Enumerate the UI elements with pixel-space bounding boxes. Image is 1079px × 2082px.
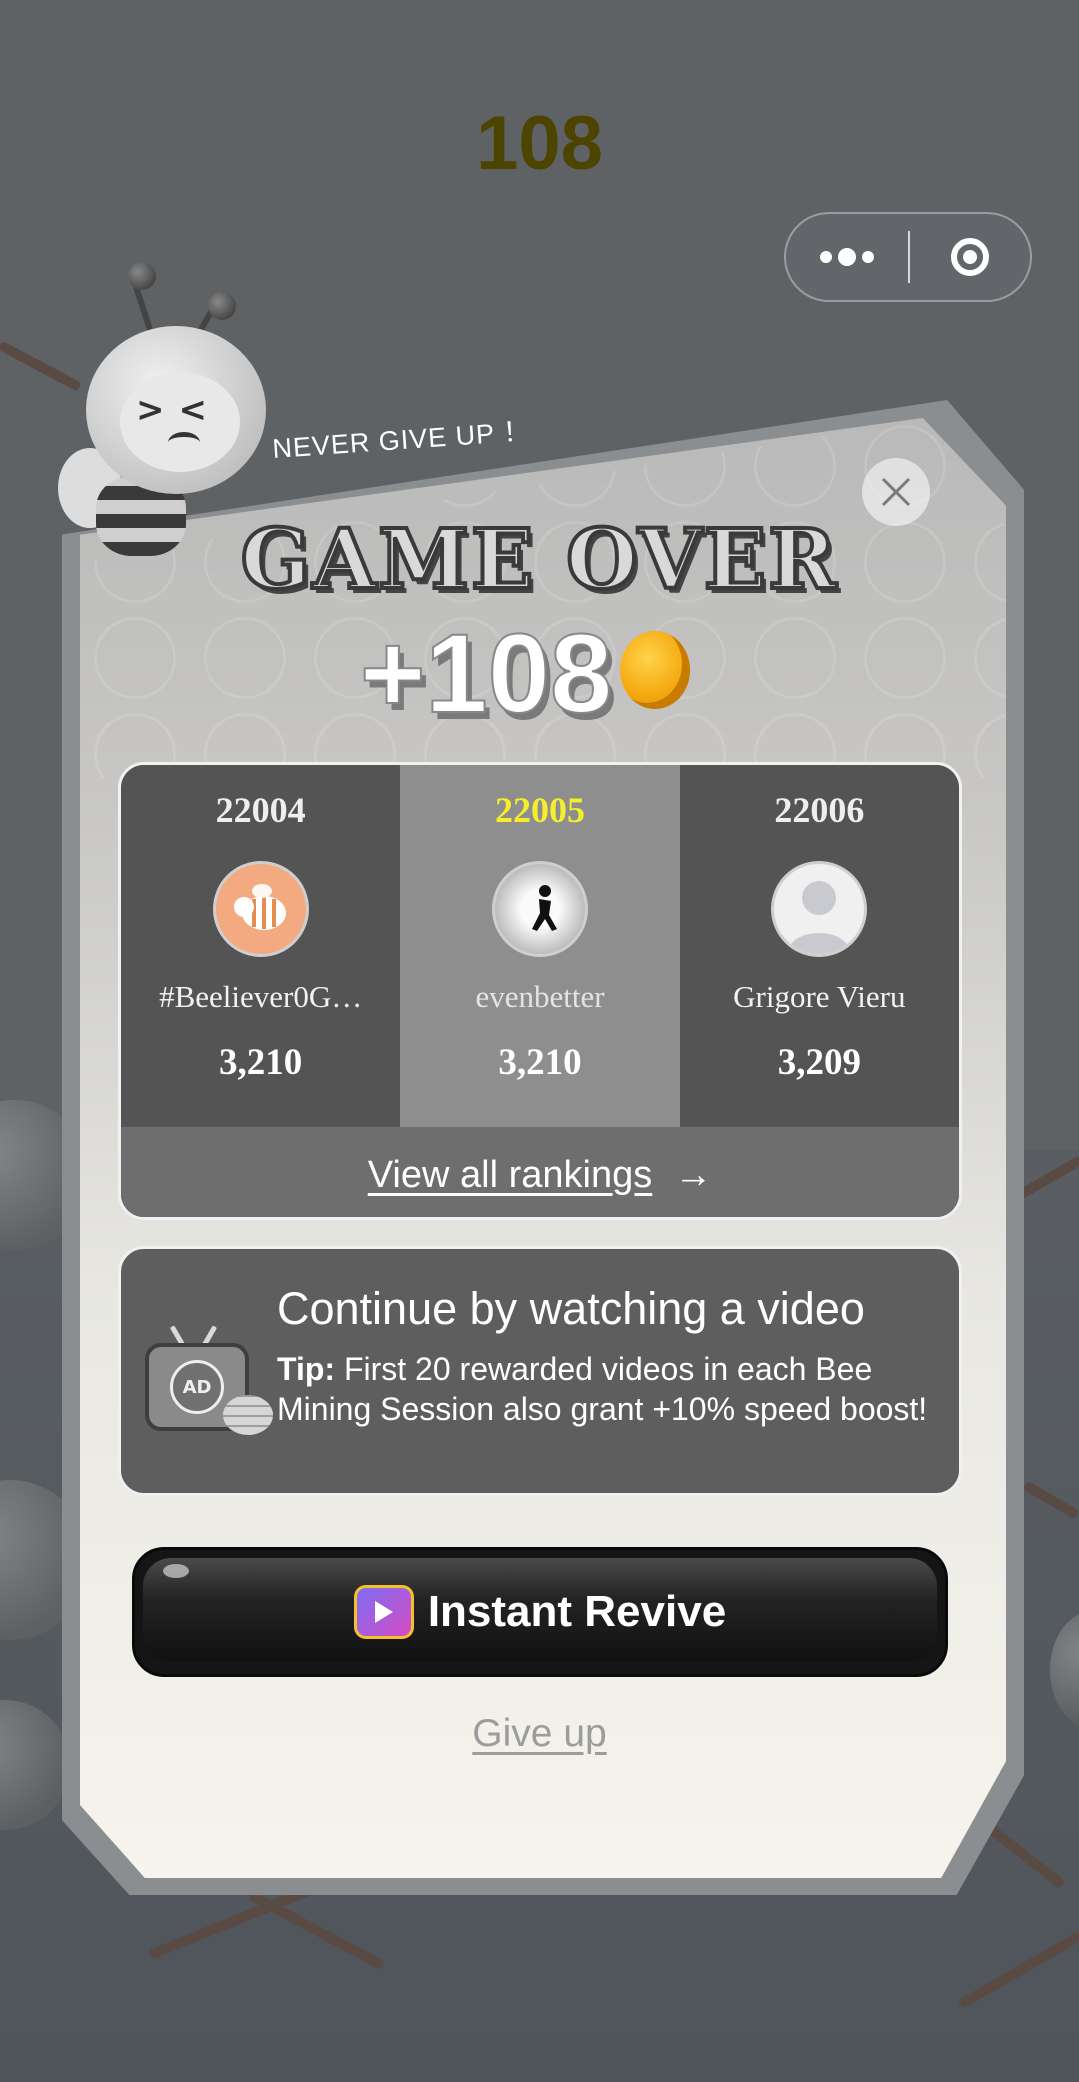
view-all-rankings-link[interactable]: View all rankings → [121, 1127, 959, 1217]
video-tv-icon [353, 1585, 414, 1639]
leaderboard: 22004 #Beeliever0G… 3,210 22005 evenbett… [118, 762, 962, 1220]
revive-label: Instant Revive [427, 1587, 727, 1636]
player-score: 3,210 [219, 1042, 303, 1083]
leaderboard-entry-current: 22005 evenbetter 3,210 [400, 765, 680, 1127]
bee-avatar [212, 861, 309, 957]
default-user-avatar [771, 861, 868, 957]
current-score: 108 [476, 101, 603, 186]
target-close-icon[interactable] [910, 238, 1030, 276]
player-name: Grigore Vieru [733, 979, 906, 1014]
give-up-link[interactable]: Give up [0, 1712, 1079, 1756]
instant-revive-button[interactable]: Instant Revive [132, 1547, 948, 1677]
rank-number: 22005 [494, 790, 585, 830]
leaderboard-entry: 22004 #Beeliever0G… 3,210 [121, 765, 401, 1127]
tip-label: Tip: [277, 1351, 336, 1387]
more-dots-icon[interactable] [786, 248, 908, 266]
rank-number: 22006 [774, 790, 865, 830]
tip-text: First 20 rewarded videos in each Bee Min… [277, 1351, 928, 1427]
view-all-label: View all rankings [367, 1153, 653, 1196]
ad-tv-icon: AD [145, 1325, 273, 1435]
photo-avatar [491, 861, 588, 957]
coin-stack-icon [223, 1395, 273, 1435]
rank-number: 22004 [215, 790, 306, 830]
arrow-right-icon: → [674, 1153, 713, 1196]
continue-title: Continue by watching a video [277, 1283, 865, 1334]
reward-amount: +108 [359, 611, 613, 736]
player-score: 3,210 [498, 1042, 582, 1083]
continue-video-card[interactable]: AD Continue by watching a video Tip: Fir… [118, 1246, 962, 1496]
continue-tip: Tip: First 20 rewarded videos in each Be… [277, 1349, 937, 1429]
player-name: #Beeliever0G… [159, 979, 363, 1014]
player-score: 3,209 [777, 1042, 861, 1083]
mini-program-capsule [784, 212, 1032, 302]
ad-badge: AD [170, 1360, 224, 1414]
reward-display: +108 [359, 611, 691, 736]
leaderboard-entry: 22006 Grigore Vieru 3,209 [679, 765, 959, 1127]
gold-coin-icon [620, 631, 691, 709]
game-over-title: GAME OVER [239, 510, 839, 610]
player-name: evenbetter [475, 979, 605, 1014]
